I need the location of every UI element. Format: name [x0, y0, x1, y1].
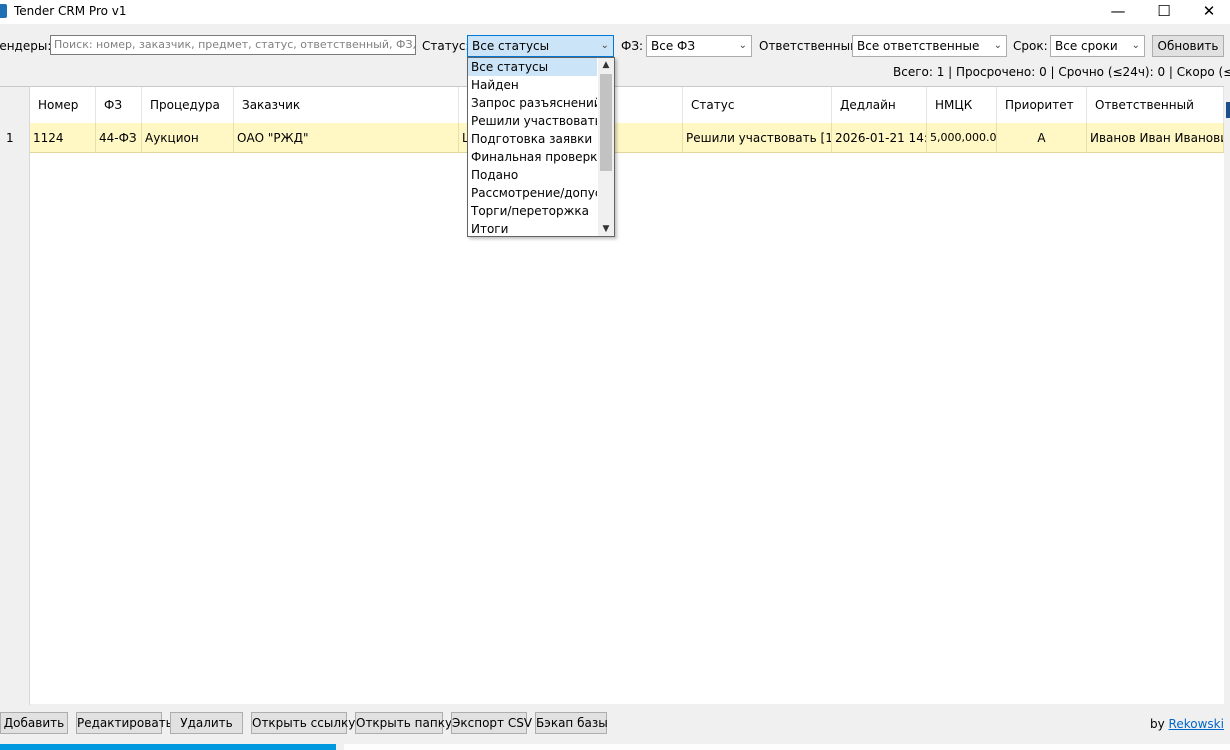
open-link-button[interactable]: Открыть ссылку	[251, 712, 355, 734]
search-input[interactable]: Поиск: номер, заказчик, предмет, статус,…	[50, 35, 416, 55]
status-option-preparing[interactable]: Подготовка заявки	[468, 130, 597, 148]
status-option-final-check[interactable]: Финальная проверка	[468, 148, 597, 166]
status-option-all[interactable]: Все статусы	[468, 58, 597, 76]
open-folder-button[interactable]: Открыть папку	[355, 712, 452, 734]
status-select-value: Все статусы	[472, 39, 550, 53]
status-dropdown-list[interactable]: Все статусы Найден Запрос разъяснений Ре…	[467, 57, 615, 237]
credits-prefix: by	[1150, 717, 1169, 731]
column-header-fz[interactable]: ФЗ	[96, 87, 142, 123]
cell-number[interactable]: 1124	[30, 123, 96, 153]
add-button[interactable]: Добавить	[0, 712, 68, 734]
window-title: Tender CRM Pro v1	[14, 4, 127, 18]
responsible-select[interactable]: Все ответственные ⌄	[852, 35, 1007, 57]
cell-nmck[interactable]: 5,000,000.00	[927, 123, 997, 153]
column-header-customer[interactable]: Заказчик	[234, 87, 459, 123]
status-option-clarification[interactable]: Запрос разъяснений	[468, 94, 597, 112]
cell-status[interactable]: Решили участвовать [1/4]	[683, 123, 832, 153]
author-link[interactable]: Rekowski	[1169, 717, 1224, 731]
cell-fz[interactable]: 44-ФЗ	[96, 123, 142, 153]
deadline-label: Срок:	[1013, 39, 1048, 53]
chevron-down-icon: ⌄	[1131, 40, 1140, 51]
chevron-down-icon: ⌄	[738, 40, 747, 51]
status-option-submitted[interactable]: Подано	[468, 166, 597, 184]
fz-select[interactable]: Все ФЗ ⌄	[646, 35, 752, 57]
chevron-down-icon: ⌄	[993, 40, 1002, 51]
column-header-nmck[interactable]: НМЦК	[927, 87, 997, 123]
right-edge	[1224, 86, 1230, 704]
deadline-select[interactable]: Все сроки ⌄	[1050, 35, 1145, 57]
status-option-decided[interactable]: Решили участвовать	[468, 112, 597, 130]
app-icon	[0, 4, 7, 18]
column-header-procedure[interactable]: Процедура	[142, 87, 234, 123]
chevron-down-icon: ⌄	[600, 40, 609, 51]
status-label: Статус:	[422, 39, 470, 53]
taskbar-fragment-light	[344, 744, 1230, 750]
scroll-down-icon[interactable]: ▼	[598, 222, 614, 236]
column-header-deadline[interactable]: Дедлайн	[832, 87, 927, 123]
cell-procedure[interactable]: Аукцион	[142, 123, 234, 153]
cell-responsible[interactable]: Иванов Иван Иванович	[1087, 123, 1224, 153]
status-option-found[interactable]: Найден	[468, 76, 597, 94]
export-csv-button[interactable]: Экспорт CSV	[451, 712, 532, 734]
taskbar-fragment	[0, 744, 336, 750]
fz-label: ФЗ:	[621, 39, 644, 53]
minimize-button[interactable]: —	[1095, 0, 1141, 24]
scroll-up-icon[interactable]: ▲	[598, 58, 614, 72]
refresh-button[interactable]: Обновить	[1152, 35, 1224, 57]
row-index[interactable]: 1	[0, 123, 30, 153]
close-button[interactable]: ✕	[1186, 0, 1230, 24]
cell-customer[interactable]: ОАО "РЖД"	[234, 123, 459, 153]
scroll-thumb[interactable]	[600, 74, 612, 171]
fz-select-value: Все ФЗ	[651, 39, 696, 53]
status-select[interactable]: Все статусы ⌄	[467, 35, 614, 57]
responsible-label: Ответственный:	[759, 39, 862, 53]
responsible-select-value: Все ответственные	[857, 39, 980, 53]
tenders-label: Тендеры:	[0, 39, 52, 53]
summary-counts: Всего: 1 | Просрочено: 0 | Срочно (≤24ч)…	[893, 65, 1230, 79]
column-header-number[interactable]: Номер	[30, 87, 96, 123]
cell-deadline[interactable]: 2026-01-21 14:40	[832, 123, 927, 153]
credits: by Rekowski	[1150, 716, 1224, 732]
title-bar: Tender CRM Pro v1 — ☐ ✕	[0, 0, 1230, 24]
column-header-status[interactable]: Статус	[683, 87, 832, 123]
row-header-column	[0, 87, 30, 705]
status-option-review[interactable]: Рассмотрение/допуск	[468, 184, 597, 202]
status-option-results[interactable]: Итоги	[468, 220, 597, 238]
edit-button[interactable]: Редактировать	[76, 712, 173, 734]
deadline-select-value: Все сроки	[1055, 39, 1118, 53]
delete-button[interactable]: Удалить	[170, 712, 243, 734]
status-option-bidding[interactable]: Торги/переторжка	[468, 202, 597, 220]
side-tab[interactable]	[1226, 102, 1230, 118]
maximize-button[interactable]: ☐	[1141, 0, 1187, 24]
cell-priority[interactable]: A	[997, 123, 1087, 153]
dropdown-scrollbar[interactable]: ▲ ▼	[598, 58, 614, 236]
backup-button[interactable]: Бэкап базы	[535, 712, 608, 734]
column-header-responsible[interactable]: Ответственный	[1087, 87, 1224, 123]
table-row[interactable]: 1124 44-ФЗ Аукцион ОАО "РЖД" L Решили уч…	[30, 123, 1224, 153]
column-header-priority[interactable]: Приоритет	[997, 87, 1087, 123]
